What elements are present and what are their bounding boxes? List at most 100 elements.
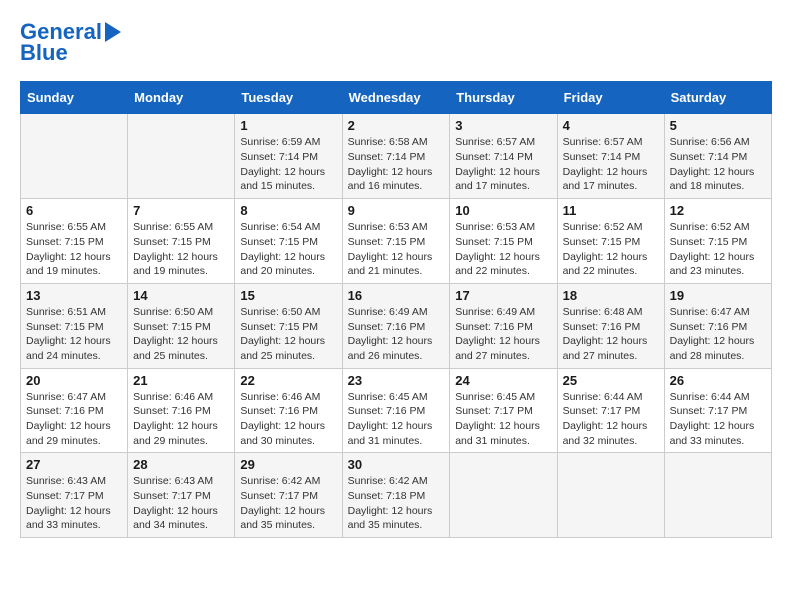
day-number: 4 bbox=[563, 118, 659, 133]
day-number: 9 bbox=[348, 203, 445, 218]
calendar-week-1: 1 Sunrise: 6:59 AM Sunset: 7:14 PM Daylig… bbox=[21, 114, 772, 199]
calendar-cell: 18 Sunrise: 6:48 AM Sunset: 7:16 PM Dayli… bbox=[557, 283, 664, 368]
calendar-cell: 7 Sunrise: 6:55 AM Sunset: 7:15 PM Daylig… bbox=[128, 199, 235, 284]
day-info: Sunrise: 6:47 AM Sunset: 7:16 PM Dayligh… bbox=[26, 390, 122, 449]
calendar-cell: 5 Sunrise: 6:56 AM Sunset: 7:14 PM Daylig… bbox=[664, 114, 771, 199]
day-info: Sunrise: 6:57 AM Sunset: 7:14 PM Dayligh… bbox=[563, 135, 659, 194]
calendar-cell: 6 Sunrise: 6:55 AM Sunset: 7:15 PM Daylig… bbox=[21, 199, 128, 284]
header-saturday: Saturday bbox=[664, 82, 771, 114]
day-info: Sunrise: 6:46 AM Sunset: 7:16 PM Dayligh… bbox=[240, 390, 336, 449]
calendar-cell: 17Sunrise: 6:49 AM Sunset: 7:16 PM Dayli… bbox=[450, 283, 557, 368]
day-number: 19 bbox=[670, 288, 766, 303]
calendar-cell: 25 Sunrise: 6:44 AM Sunset: 7:17 PM Dayli… bbox=[557, 368, 664, 453]
day-number: 26 bbox=[670, 373, 766, 388]
calendar-cell: 12 Sunrise: 6:52 AM Sunset: 7:15 PM Dayli… bbox=[664, 199, 771, 284]
day-info: Sunrise: 6:45 AM Sunset: 7:16 PM Dayligh… bbox=[348, 390, 445, 449]
calendar-cell: 14Sunrise: 6:50 AM Sunset: 7:15 PM Dayli… bbox=[128, 283, 235, 368]
calendar-cell: 22 Sunrise: 6:46 AM Sunset: 7:16 PM Dayli… bbox=[235, 368, 342, 453]
header-sunday: Sunday bbox=[21, 82, 128, 114]
calendar-table: SundayMondayTuesdayWednesdayThursdayFrid… bbox=[20, 81, 772, 538]
day-info: Sunrise: 6:53 AM Sunset: 7:15 PM Dayligh… bbox=[455, 220, 551, 279]
calendar-cell: 16 Sunrise: 6:49 AM Sunset: 7:16 PM Dayli… bbox=[342, 283, 450, 368]
page-header: General Blue bbox=[20, 20, 772, 65]
day-info: Sunrise: 6:49 AM Sunset: 7:16 PM Dayligh… bbox=[348, 305, 445, 364]
calendar-cell: 2Sunrise: 6:58 AM Sunset: 7:14 PM Daylig… bbox=[342, 114, 450, 199]
day-number: 1 bbox=[240, 118, 336, 133]
day-info: Sunrise: 6:42 AM Sunset: 7:17 PM Dayligh… bbox=[240, 474, 336, 533]
day-number: 6 bbox=[26, 203, 122, 218]
day-number: 13 bbox=[26, 288, 122, 303]
day-info: Sunrise: 6:44 AM Sunset: 7:17 PM Dayligh… bbox=[670, 390, 766, 449]
calendar-week-5: 27Sunrise: 6:43 AM Sunset: 7:17 PM Dayli… bbox=[21, 453, 772, 538]
day-number: 17 bbox=[455, 288, 551, 303]
calendar-cell: 26 Sunrise: 6:44 AM Sunset: 7:17 PM Dayli… bbox=[664, 368, 771, 453]
day-number: 24 bbox=[455, 373, 551, 388]
day-number: 11 bbox=[563, 203, 659, 218]
day-number: 30 bbox=[348, 457, 445, 472]
calendar-cell bbox=[557, 453, 664, 538]
header-wednesday: Wednesday bbox=[342, 82, 450, 114]
day-number: 10 bbox=[455, 203, 551, 218]
logo: General Blue bbox=[20, 20, 121, 65]
calendar-cell: 28 Sunrise: 6:43 AM Sunset: 7:17 PM Dayli… bbox=[128, 453, 235, 538]
logo-text-blue: Blue bbox=[20, 41, 68, 65]
day-number: 16 bbox=[348, 288, 445, 303]
day-number: 5 bbox=[670, 118, 766, 133]
calendar-cell: 3Sunrise: 6:57 AM Sunset: 7:14 PM Daylig… bbox=[450, 114, 557, 199]
day-number: 28 bbox=[133, 457, 229, 472]
calendar-cell: 9 Sunrise: 6:53 AM Sunset: 7:15 PM Daylig… bbox=[342, 199, 450, 284]
calendar-cell bbox=[21, 114, 128, 199]
day-info: Sunrise: 6:59 AM Sunset: 7:14 PM Dayligh… bbox=[240, 135, 336, 194]
calendar-header-row: SundayMondayTuesdayWednesdayThursdayFrid… bbox=[21, 82, 772, 114]
calendar-cell: 19 Sunrise: 6:47 AM Sunset: 7:16 PM Dayli… bbox=[664, 283, 771, 368]
day-info: Sunrise: 6:46 AM Sunset: 7:16 PM Dayligh… bbox=[133, 390, 229, 449]
day-info: Sunrise: 6:55 AM Sunset: 7:15 PM Dayligh… bbox=[26, 220, 122, 279]
calendar-cell bbox=[128, 114, 235, 199]
calendar-week-3: 13Sunrise: 6:51 AM Sunset: 7:15 PM Dayli… bbox=[21, 283, 772, 368]
day-info: Sunrise: 6:56 AM Sunset: 7:14 PM Dayligh… bbox=[670, 135, 766, 194]
calendar-cell: 15 Sunrise: 6:50 AM Sunset: 7:15 PM Dayli… bbox=[235, 283, 342, 368]
day-number: 15 bbox=[240, 288, 336, 303]
day-number: 25 bbox=[563, 373, 659, 388]
day-number: 8 bbox=[240, 203, 336, 218]
day-number: 20 bbox=[26, 373, 122, 388]
day-number: 2 bbox=[348, 118, 445, 133]
day-info: Sunrise: 6:43 AM Sunset: 7:17 PM Dayligh… bbox=[133, 474, 229, 533]
day-info: Sunrise: 6:44 AM Sunset: 7:17 PM Dayligh… bbox=[563, 390, 659, 449]
calendar-cell: 29 Sunrise: 6:42 AM Sunset: 7:17 PM Dayli… bbox=[235, 453, 342, 538]
calendar-cell: 10 Sunrise: 6:53 AM Sunset: 7:15 PM Dayli… bbox=[450, 199, 557, 284]
calendar-week-2: 6 Sunrise: 6:55 AM Sunset: 7:15 PM Daylig… bbox=[21, 199, 772, 284]
calendar-cell: 21 Sunrise: 6:46 AM Sunset: 7:16 PM Dayli… bbox=[128, 368, 235, 453]
calendar-cell: 27Sunrise: 6:43 AM Sunset: 7:17 PM Dayli… bbox=[21, 453, 128, 538]
calendar-week-4: 20 Sunrise: 6:47 AM Sunset: 7:16 PM Dayli… bbox=[21, 368, 772, 453]
day-number: 22 bbox=[240, 373, 336, 388]
day-info: Sunrise: 6:50 AM Sunset: 7:15 PM Dayligh… bbox=[240, 305, 336, 364]
day-info: Sunrise: 6:43 AM Sunset: 7:17 PM Dayligh… bbox=[26, 474, 122, 533]
day-info: Sunrise: 6:48 AM Sunset: 7:16 PM Dayligh… bbox=[563, 305, 659, 364]
day-number: 12 bbox=[670, 203, 766, 218]
calendar-cell: 20 Sunrise: 6:47 AM Sunset: 7:16 PM Dayli… bbox=[21, 368, 128, 453]
day-info: Sunrise: 6:47 AM Sunset: 7:16 PM Dayligh… bbox=[670, 305, 766, 364]
calendar-cell: 24 Sunrise: 6:45 AM Sunset: 7:17 PM Dayli… bbox=[450, 368, 557, 453]
day-info: Sunrise: 6:45 AM Sunset: 7:17 PM Dayligh… bbox=[455, 390, 551, 449]
calendar-cell: 11 Sunrise: 6:52 AM Sunset: 7:15 PM Dayli… bbox=[557, 199, 664, 284]
day-number: 18 bbox=[563, 288, 659, 303]
day-info: Sunrise: 6:55 AM Sunset: 7:15 PM Dayligh… bbox=[133, 220, 229, 279]
day-number: 7 bbox=[133, 203, 229, 218]
header-friday: Friday bbox=[557, 82, 664, 114]
day-number: 29 bbox=[240, 457, 336, 472]
day-number: 23 bbox=[348, 373, 445, 388]
day-info: Sunrise: 6:52 AM Sunset: 7:15 PM Dayligh… bbox=[563, 220, 659, 279]
calendar-cell: 4 Sunrise: 6:57 AM Sunset: 7:14 PM Daylig… bbox=[557, 114, 664, 199]
calendar-cell: 8 Sunrise: 6:54 AM Sunset: 7:15 PM Daylig… bbox=[235, 199, 342, 284]
calendar-cell bbox=[450, 453, 557, 538]
day-number: 21 bbox=[133, 373, 229, 388]
day-info: Sunrise: 6:53 AM Sunset: 7:15 PM Dayligh… bbox=[348, 220, 445, 279]
calendar-cell: 23 Sunrise: 6:45 AM Sunset: 7:16 PM Dayli… bbox=[342, 368, 450, 453]
day-info: Sunrise: 6:54 AM Sunset: 7:15 PM Dayligh… bbox=[240, 220, 336, 279]
header-thursday: Thursday bbox=[450, 82, 557, 114]
day-info: Sunrise: 6:42 AM Sunset: 7:18 PM Dayligh… bbox=[348, 474, 445, 533]
day-info: Sunrise: 6:50 AM Sunset: 7:15 PM Dayligh… bbox=[133, 305, 229, 364]
header-monday: Monday bbox=[128, 82, 235, 114]
day-info: Sunrise: 6:52 AM Sunset: 7:15 PM Dayligh… bbox=[670, 220, 766, 279]
